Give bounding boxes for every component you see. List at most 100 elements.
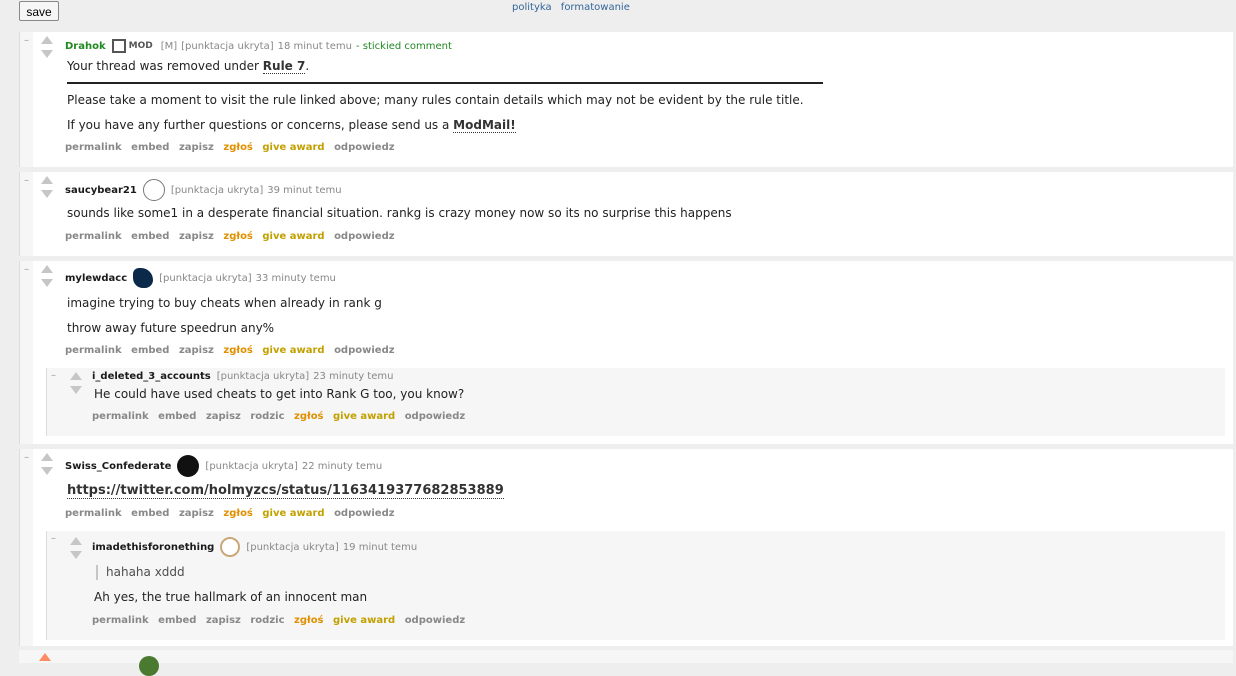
save-comment-button[interactable]: zapisz (179, 231, 214, 242)
collapse-toggle[interactable]: – (24, 175, 29, 186)
policy-link[interactable]: polityka (512, 2, 552, 13)
save-comment-button[interactable]: zapisz (179, 142, 214, 153)
give-award-button[interactable]: give award (262, 345, 324, 356)
permalink-button[interactable]: permalink (65, 508, 122, 519)
blockquote: hahaha xddd (96, 565, 1205, 580)
comment: – Swiss_Confederate [punktacja ukryta] 2… (19, 449, 1233, 646)
save-comment-button[interactable]: zapisz (206, 615, 241, 626)
comment-actions: permalink embed zapisz zgłoś give award … (65, 231, 401, 242)
comment-text: If you have any further questions or con… (67, 118, 516, 133)
mod-flag: [M] (160, 40, 178, 52)
comment-actions: permalink embed zapisz zgłoś give award … (65, 142, 401, 153)
embed-button[interactable]: embed (158, 615, 196, 626)
permalink-button[interactable]: permalink (92, 615, 149, 626)
reply-button[interactable]: odpowiedz (334, 142, 394, 153)
give-award-button[interactable]: give award (262, 508, 324, 519)
score: [punktacja ukryta] (181, 40, 274, 52)
report-button[interactable]: zgłoś (223, 231, 253, 242)
flair-icon (142, 179, 165, 201)
rule-link[interactable]: Rule 7 (262, 59, 306, 74)
report-button[interactable]: zgłoś (223, 345, 253, 356)
collapse-toggle[interactable]: – (51, 533, 56, 544)
author-link[interactable]: Drahok (65, 41, 106, 52)
upvote-icon[interactable] (39, 653, 51, 661)
downvote-icon[interactable] (41, 279, 53, 287)
child-comment: – i_deleted_3_accounts [punktacja ukryta… (46, 368, 1225, 436)
permalink-button[interactable]: permalink (65, 345, 122, 356)
report-button[interactable]: zgłoś (294, 615, 324, 626)
comment-text: Your thread was removed under Rule 7. (67, 59, 310, 74)
give-award-button[interactable]: give award (333, 411, 395, 422)
downvote-icon[interactable] (41, 467, 53, 475)
downvote-icon[interactable] (70, 386, 82, 394)
next-comment-peek (19, 650, 1233, 676)
parent-button[interactable]: rodzic (250, 615, 284, 626)
save-comment-button[interactable]: zapisz (179, 345, 214, 356)
comment-text: imagine trying to buy cheats when alread… (67, 296, 382, 310)
give-award-button[interactable]: give award (333, 615, 395, 626)
author-link[interactable]: imadethisforonething (92, 542, 214, 553)
comment: – mylewdacc [punktacja ukryta] 33 minuty… (19, 261, 1233, 444)
permalink-button[interactable]: permalink (65, 142, 122, 153)
embed-button[interactable]: embed (131, 508, 169, 519)
author-link[interactable]: mylewdacc (65, 273, 127, 284)
author-link[interactable]: Swiss_Confederate (65, 461, 171, 472)
upvote-icon[interactable] (70, 372, 82, 380)
comment: – Drahok MOD [M] [punktacja ukryta] 18 m… (19, 32, 1233, 167)
embed-button[interactable]: embed (131, 142, 169, 153)
timestamp: 18 minut temu (277, 40, 352, 52)
upvote-icon[interactable] (41, 176, 53, 184)
upvote-icon[interactable] (41, 36, 53, 44)
formatting-link[interactable]: formatowanie (561, 2, 630, 13)
collapse-toggle[interactable]: – (24, 452, 29, 463)
embed-button[interactable]: embed (158, 411, 196, 422)
score: [punktacja ukryta] (216, 371, 310, 382)
downvote-icon[interactable] (70, 551, 82, 559)
parent-button[interactable]: rodzic (250, 411, 284, 422)
score: [punktacja ukryta] (159, 272, 252, 284)
reply-button[interactable]: odpowiedz (405, 615, 465, 626)
give-award-button[interactable]: give award (262, 231, 324, 242)
upvote-icon[interactable] (41, 265, 53, 273)
score: [punktacja ukryta] (246, 541, 339, 553)
downvote-icon[interactable] (41, 190, 53, 198)
author-link[interactable]: saucybear21 (65, 185, 137, 196)
permalink-button[interactable]: permalink (92, 411, 149, 422)
save-comment-button[interactable]: zapisz (179, 508, 214, 519)
comment-text: sounds like some1 in a desperate financi… (67, 206, 732, 220)
flair-icon (111, 39, 126, 53)
reply-button[interactable]: odpowiedz (334, 508, 394, 519)
collapse-toggle[interactable]: – (24, 264, 29, 275)
collapse-toggle[interactable]: – (24, 35, 29, 46)
top-bar: save polityka formatowanie (0, 0, 1236, 26)
reply-button[interactable]: odpowiedz (334, 231, 394, 242)
embed-button[interactable]: embed (131, 345, 169, 356)
mod-badge: MOD (128, 41, 153, 51)
collapse-toggle[interactable]: – (51, 370, 56, 381)
modmail-link[interactable]: ModMail! (453, 118, 516, 133)
comment-text: Ah yes, the true hallmark of an innocent… (94, 590, 368, 604)
top-links: polityka formatowanie (512, 2, 636, 13)
upvote-icon[interactable] (41, 453, 53, 461)
score: [punktacja ukryta] (205, 460, 298, 472)
permalink-button[interactable]: permalink (65, 231, 122, 242)
report-button[interactable]: zgłoś (223, 142, 253, 153)
comment-text: throw away future speedrun any% (67, 321, 275, 335)
report-button[interactable]: zgłoś (294, 411, 324, 422)
give-award-button[interactable]: give award (262, 142, 324, 153)
save-button[interactable]: save (19, 1, 59, 21)
comment-actions: permalink embed zapisz rodzic zgłoś give… (92, 411, 471, 422)
reply-button[interactable]: odpowiedz (334, 345, 394, 356)
comment: – saucybear21 [punktacja ukryta] 39 minu… (19, 172, 1233, 256)
report-button[interactable]: zgłoś (223, 508, 253, 519)
reply-button[interactable]: odpowiedz (405, 411, 465, 422)
child-comment: – imadethisforonething [punktacja ukryta… (46, 531, 1225, 640)
save-comment-button[interactable]: zapisz (206, 411, 241, 422)
timestamp: 23 minuty temu (313, 371, 394, 382)
embed-button[interactable]: embed (131, 231, 169, 242)
twitter-link[interactable]: https://twitter.com/holmyzcs/status/1163… (67, 483, 504, 499)
upvote-icon[interactable] (70, 537, 82, 545)
author-link[interactable]: i_deleted_3_accounts (92, 371, 211, 382)
comment-text: https://twitter.com/holmyzcs/status/1163… (67, 483, 1213, 499)
downvote-icon[interactable] (41, 50, 53, 58)
